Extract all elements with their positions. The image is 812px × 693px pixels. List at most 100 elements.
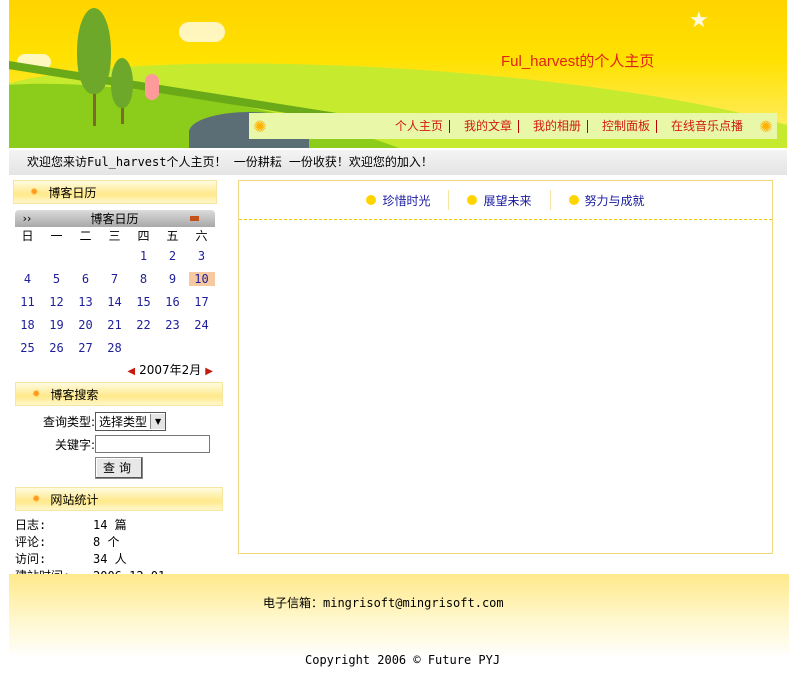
sidebar: ✹ 博客日历 ›› 博客日历 日 一 二 三 四 五 六 1 2 3 4 5 6 7 8 9 10…: [9, 180, 224, 585]
tab-label: 展望未来: [483, 193, 532, 208]
weekday: 三: [108, 229, 121, 243]
calendar-day[interactable]: 24: [187, 313, 216, 336]
calendar-empty: [129, 336, 158, 359]
flower-icon: ✹: [32, 493, 41, 505]
calendar-day-label: 6: [81, 271, 90, 286]
calendar-day[interactable]: 7: [100, 267, 129, 290]
search-type-select[interactable]: 选择类型 ▼: [95, 412, 167, 431]
site-title: Ful_harvest的个人主页: [501, 53, 655, 70]
calendar-day[interactable]: 16: [158, 290, 187, 313]
calendar-day[interactable]: 23: [158, 313, 187, 336]
main-nav: ✺ 个人主页 我的文章 我的相册 控制面板 在线音乐点播 ✺: [249, 113, 777, 139]
stat-label: 日志:: [15, 518, 47, 532]
tab-cherish-time[interactable]: 珍惜时光: [348, 190, 450, 210]
keyword-input[interactable]: [95, 435, 210, 453]
cloud-icon: [179, 22, 225, 42]
bullet-icon: [568, 195, 579, 205]
search-button[interactable]: 查询: [95, 457, 143, 479]
stat-value: 8 个: [93, 535, 120, 549]
stat-value: 14 篇: [93, 518, 127, 532]
stat-row: 日志: 14 篇: [15, 517, 224, 534]
search-type-label: 查询类型:: [42, 415, 95, 429]
calendar-day[interactable]: 3: [187, 244, 216, 267]
calendar-week: 4 5 6 7 8 9 10: [13, 267, 216, 290]
calendar-day[interactable]: 17: [187, 290, 216, 313]
calendar-day-label: 28: [107, 340, 122, 355]
tab-look-ahead[interactable]: 展望未来: [449, 190, 551, 210]
calendar-day[interactable]: 22: [129, 313, 158, 336]
calendar-day-label: 10: [188, 271, 215, 286]
nav-home[interactable]: 个人主页: [381, 119, 450, 133]
tab-label: 珍惜时光: [382, 193, 431, 208]
calendar-day[interactable]: 26: [42, 336, 71, 359]
calendar-day-label: 11: [20, 294, 35, 309]
stats-panel-title: 网站统计: [50, 492, 99, 507]
calendar-day[interactable]: 21: [100, 313, 129, 336]
calendar-day[interactable]: 13: [71, 290, 100, 313]
bullet-icon: [366, 195, 377, 205]
search-panel-title: 博客搜索: [50, 387, 99, 402]
calendar-day-label: 15: [136, 294, 151, 309]
calendar-day[interactable]: 6: [71, 267, 100, 290]
weekday: 日: [21, 229, 34, 243]
calendar-day[interactable]: 8: [129, 267, 158, 290]
expand-icon[interactable]: ››: [15, 212, 39, 225]
sun-icon: ✺: [253, 116, 267, 136]
calendar-day-label: 13: [78, 294, 93, 309]
tab-label: 努力与成就: [584, 193, 645, 208]
stat-label: 访问:: [15, 552, 47, 566]
chevron-down-icon[interactable]: ▼: [150, 414, 166, 429]
calendar-day[interactable]: 27: [71, 336, 100, 359]
month-label: 2007年2月: [139, 363, 202, 377]
calendar-day[interactable]: 25: [13, 336, 42, 359]
main-content: 珍惜时光 展望未来 努力与成就: [238, 180, 773, 554]
child-figure: [145, 74, 159, 100]
calendar-day-label: 5: [52, 271, 61, 286]
calendar-day[interactable]: 28: [100, 336, 129, 359]
welcome-bar: 欢迎您来访Ful_harvest个人主页！ 一份耕耘 一份收获！欢迎您的加入！: [9, 150, 787, 175]
flower-icon: ✹: [30, 186, 39, 198]
weekday: 五: [166, 229, 179, 243]
calendar-header: ›› 博客日历: [15, 210, 215, 227]
calendar-day[interactable]: 18: [13, 313, 42, 336]
nav-control-panel[interactable]: 控制面板: [588, 119, 657, 133]
sun-icon: ✺: [759, 116, 773, 136]
calendar-day[interactable]: 4: [13, 267, 42, 290]
page: ★ Ful_harvest的个人主页 ✺ 个人主页 我的文章 我的相册 控制面板…: [9, 0, 789, 686]
calendar-day[interactable]: 2: [158, 244, 187, 267]
bullet-icon: [467, 195, 478, 205]
banner: ★ Ful_harvest的个人主页 ✺ 个人主页 我的文章 我的相册 控制面板…: [9, 0, 787, 148]
footer: 电子信箱：mingrisoft@mingrisoft.com Copyright…: [9, 574, 789, 686]
calendar-day[interactable]: 1: [129, 244, 158, 267]
prev-month-icon[interactable]: ◀: [127, 366, 135, 377]
calendar-day[interactable]: 5: [42, 267, 71, 290]
tab-achievement[interactable]: 努力与成就: [551, 190, 663, 210]
calendar-day-label: 23: [165, 317, 180, 332]
stat-value: 34 人: [93, 552, 127, 566]
calendar-week: 11 12 13 14 15 16 17: [13, 290, 216, 313]
calendar-day-label: 4: [23, 271, 32, 286]
calendar-day-label: 26: [49, 340, 64, 355]
welcome-text: 欢迎您来访Ful_harvest个人主页！ 一份耕耘 一份收获！欢迎您的加入！: [27, 155, 433, 169]
calendar-day[interactable]: 20: [71, 313, 100, 336]
calendar-empty: [158, 336, 187, 359]
next-month-icon[interactable]: ▶: [205, 366, 213, 377]
calendar-day[interactable]: 11: [13, 290, 42, 313]
nav-album[interactable]: 我的相册: [519, 119, 588, 133]
calendar-day-label: 17: [194, 294, 209, 309]
nav-articles[interactable]: 我的文章: [450, 119, 519, 133]
calendar-grid: 日 一 二 三 四 五 六 1 2 3 4 5 6 7 8 9 10 11 12 13 14 15 16 17 1…: [13, 227, 216, 359]
stats-panel-header: ✹ 网站统计: [15, 487, 223, 511]
weekday-row: 日 一 二 三 四 五 六: [13, 227, 216, 244]
calendar-day[interactable]: 10: [187, 267, 216, 290]
calendar-day[interactable]: 19: [42, 313, 71, 336]
calendar-day[interactable]: 15: [129, 290, 158, 313]
calendar-day-label: 22: [136, 317, 151, 332]
calendar-day[interactable]: 9: [158, 267, 187, 290]
footer-email: 电子信箱：mingrisoft@mingrisoft.com: [263, 596, 504, 610]
calendar-day[interactable]: 14: [100, 290, 129, 313]
minimize-icon[interactable]: [190, 216, 199, 221]
calendar-day-label: 2: [168, 248, 177, 263]
nav-music[interactable]: 在线音乐点播: [657, 119, 749, 133]
calendar-day[interactable]: 12: [42, 290, 71, 313]
